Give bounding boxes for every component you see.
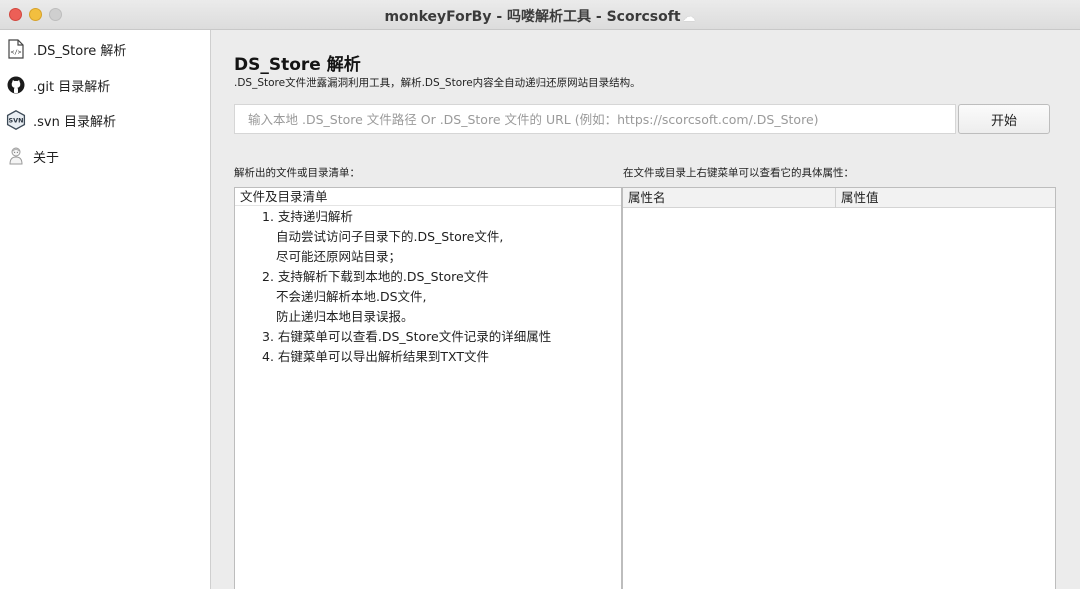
start-button[interactable]: 开始 xyxy=(958,104,1050,134)
ds-store-path-input[interactable] xyxy=(234,104,956,134)
window-title-wrap: monkeyForBy - 吗喽解析工具 - Scorcsoft ☁ xyxy=(0,6,1080,26)
tree-line: 尽可能还原网站目录； xyxy=(276,249,402,264)
sidebar-item-label: 关于 xyxy=(33,150,60,166)
tree-line: 4. 右键菜单可以导出解析结果到TXT文件 xyxy=(262,349,490,364)
sidebar-item-git[interactable]: .git 目录解析 xyxy=(6,71,206,99)
properties-table-header: 属性名 属性值 xyxy=(623,188,1055,208)
page-subtitle: .DS_Store文件泄露漏洞利用工具，解析.DS_Store内容全自动递归还原… xyxy=(234,77,641,89)
sidebar-item-svn[interactable]: SVN .svn 目录解析 xyxy=(6,106,206,134)
tree-line: 2. 支持解析下载到本地的.DS_Store文件 xyxy=(262,269,489,284)
sidebar-item-label: .svn 目录解析 xyxy=(33,114,116,130)
code-file-icon: </> xyxy=(6,39,26,59)
tree-line: 3. 右键菜单可以查看.DS_Store文件记录的详细属性 xyxy=(262,329,552,344)
sidebar-item-ds-store[interactable]: </> .DS_Store 解析 xyxy=(6,35,206,63)
file-tree-header: 文件及目录清单 xyxy=(235,188,621,206)
properties-table[interactable]: 属性名 属性值 xyxy=(622,187,1056,589)
sidebar-item-about[interactable]: 关于 xyxy=(6,142,206,170)
svg-text:SVN: SVN xyxy=(9,117,24,125)
page-title: DS_Store 解析 xyxy=(234,55,361,75)
sidebar: </> .DS_Store 解析 .git 目录解析 SVN .svn 目录解析 xyxy=(0,30,211,589)
property-value-column-header[interactable]: 属性值 xyxy=(836,188,1055,208)
title-bar: monkeyForBy - 吗喽解析工具 - Scorcsoft ☁ xyxy=(0,0,1080,30)
tree-line: 不会递归解析本地.DS文件, xyxy=(276,289,427,304)
sidebar-item-label: .DS_Store 解析 xyxy=(33,43,127,59)
window-title: monkeyForBy - 吗喽解析工具 - Scorcsoft xyxy=(384,9,681,25)
file-tree-panel[interactable]: 文件及目录清单 1. 支持递归解析 自动尝试访问子目录下的.DS_Store文件… xyxy=(234,187,622,589)
svn-icon: SVN xyxy=(6,110,26,130)
sidebar-item-label: .git 目录解析 xyxy=(33,79,111,95)
github-icon xyxy=(6,75,26,95)
tree-line: 防止递归本地目录误报。 xyxy=(276,309,414,324)
properties-label: 在文件或目录上右键菜单可以查看它的具体属性： xyxy=(623,167,854,179)
file-list-label: 解析出的文件或目录清单： xyxy=(234,167,360,179)
cloud-icon: ☁ xyxy=(682,10,696,25)
tree-line: 自动尝试访问子目录下的.DS_Store文件, xyxy=(276,229,504,244)
about-icon xyxy=(6,146,26,166)
svg-text:</>: </> xyxy=(11,49,22,56)
property-name-column-header[interactable]: 属性名 xyxy=(623,188,836,208)
tree-line: 1. 支持递归解析 xyxy=(262,209,353,224)
